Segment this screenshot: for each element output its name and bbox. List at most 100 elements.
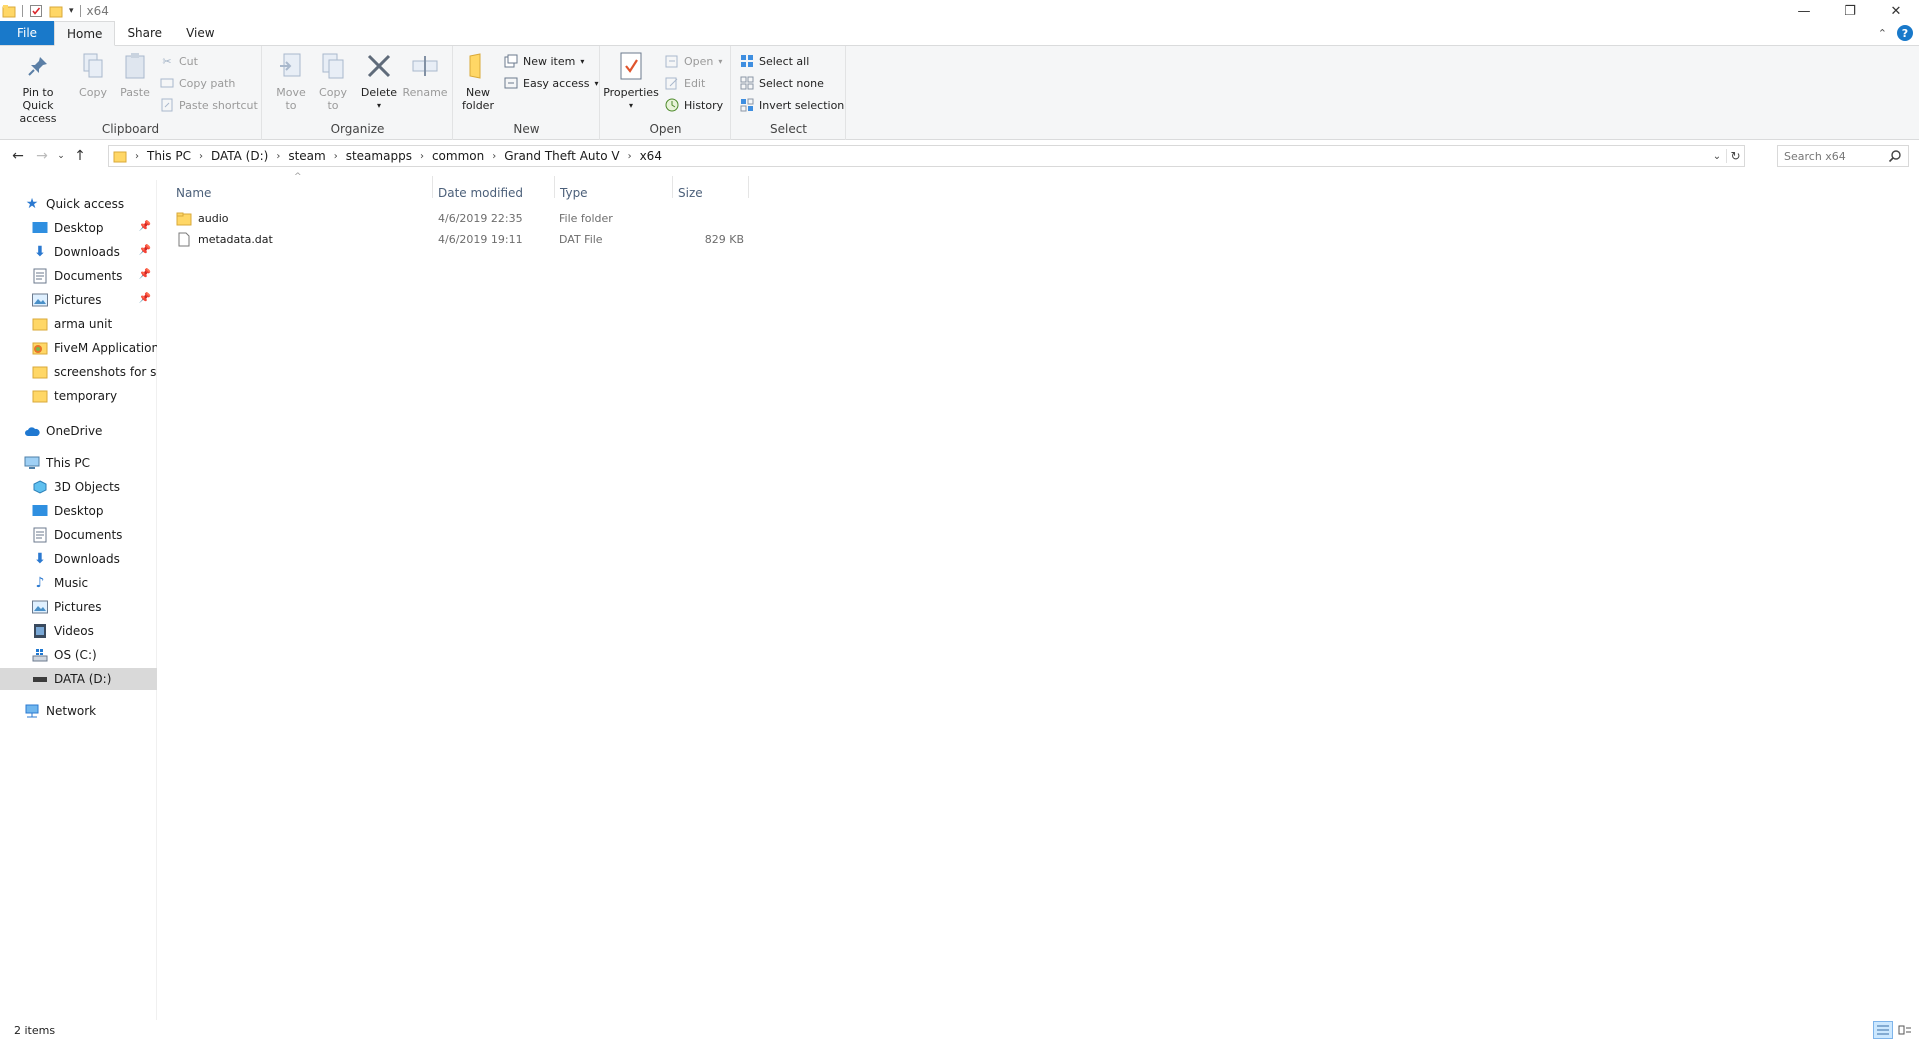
- window-title: x64: [86, 4, 109, 18]
- address-dropdown-icon[interactable]: ⌄: [1708, 151, 1726, 162]
- nav-qa-pictures[interactable]: Pictures 📌: [0, 289, 157, 311]
- nav-this-pc[interactable]: This PC: [0, 452, 157, 474]
- breadcrumb-this-pc[interactable]: This PC ›: [147, 149, 211, 163]
- move-to-label: Move to: [276, 86, 306, 112]
- file-row[interactable]: metadata.dat 4/6/2019 19:11 DAT File 829…: [158, 229, 758, 250]
- address-bar[interactable]: › This PC › DATA (D:) › steam › steamapps › …: [108, 145, 1745, 167]
- breadcrumb-data-d[interactable]: DATA (D:) ›: [211, 149, 288, 163]
- search-box[interactable]: [1777, 145, 1909, 167]
- open-button[interactable]: Open ▾: [665, 52, 722, 70]
- group-label-clipboard: Clipboard: [101, 122, 160, 136]
- properties-icon[interactable]: [29, 4, 43, 18]
- invert-selection-button[interactable]: Invert selection: [740, 96, 844, 114]
- nav-pc-data-d[interactable]: DATA (D:): [0, 668, 157, 690]
- refresh-icon[interactable]: ↻: [1726, 149, 1744, 163]
- edit-button[interactable]: Edit: [665, 74, 705, 92]
- large-icons-view-icon[interactable]: [1895, 1021, 1915, 1039]
- customize-qat-icon[interactable]: ▾: [69, 6, 74, 16]
- recent-locations-icon[interactable]: ⌄: [54, 144, 68, 168]
- new-folder-button[interactable]: New folder: [458, 50, 498, 112]
- nav-pc-os-c[interactable]: OS (C:): [0, 644, 157, 666]
- paste-shortcut-button[interactable]: Paste shortcut: [160, 96, 258, 114]
- forward-button[interactable]: →: [30, 144, 54, 168]
- tab-home[interactable]: Home: [54, 21, 116, 46]
- new-folder-icon[interactable]: [49, 4, 63, 18]
- column-header-type[interactable]: Type: [554, 181, 672, 205]
- delete-dropdown-icon[interactable]: ▾: [377, 99, 381, 112]
- copy-to-button[interactable]: Copy to: [313, 50, 353, 112]
- nav-pc-pictures[interactable]: Pictures: [0, 596, 157, 618]
- breadcrumb-steamapps[interactable]: steamapps ›: [346, 149, 432, 163]
- search-input[interactable]: [1784, 149, 1884, 163]
- column-header-size[interactable]: Size: [672, 181, 748, 205]
- nav-pc-videos[interactable]: Videos: [0, 620, 157, 642]
- history-label: History: [684, 98, 724, 112]
- new-item-dropdown-icon: ▾: [580, 56, 585, 66]
- maximize-button[interactable]: ❐: [1827, 0, 1873, 22]
- tab-share[interactable]: Share: [115, 21, 174, 45]
- copy-button[interactable]: Copy: [76, 50, 110, 99]
- minimize-button[interactable]: —: [1781, 0, 1827, 22]
- paste-shortcut-label: Paste shortcut: [179, 98, 258, 112]
- properties-dropdown-icon[interactable]: ▾: [629, 99, 633, 112]
- column-header-name[interactable]: Name: [158, 181, 432, 205]
- copy-path-button[interactable]: Copy path: [160, 74, 235, 92]
- navigation-pane: ★ Quick access Desktop 📌 ⬇ Downloads 📌 D…: [0, 180, 157, 1020]
- group-clipboard: Pin to Quick access Copy Paste ✂ Cut Cop…: [0, 46, 262, 140]
- properties-label: Properties: [603, 86, 659, 99]
- nav-onedrive[interactable]: OneDrive: [0, 420, 157, 442]
- pin-quick-access-button[interactable]: Pin to Quick access: [6, 50, 70, 125]
- breadcrumb-steam[interactable]: steam ›: [288, 149, 345, 163]
- properties-button[interactable]: Properties ▾: [603, 50, 659, 112]
- breadcrumb-common[interactable]: common ›: [432, 149, 504, 163]
- copy-path-icon: [160, 76, 174, 90]
- collapse-ribbon-icon[interactable]: ⌃: [1878, 27, 1887, 40]
- tab-view[interactable]: View: [174, 21, 226, 45]
- network-icon: [24, 703, 40, 719]
- view-switcher: [1873, 1021, 1915, 1039]
- pin-icon: 📌: [138, 293, 151, 304]
- file-row[interactable]: audio 4/6/2019 22:35 File folder: [158, 208, 758, 229]
- select-all-button[interactable]: Select all: [740, 52, 809, 70]
- folder-icon: [2, 5, 16, 18]
- nav-qa-arma-unit[interactable]: arma unit: [0, 313, 157, 335]
- file-name-cell: metadata.dat: [176, 229, 273, 250]
- cut-button[interactable]: ✂ Cut: [160, 52, 198, 70]
- nav-network[interactable]: Network: [0, 700, 157, 722]
- nav-quick-access[interactable]: ★ Quick access: [0, 193, 157, 215]
- select-none-button[interactable]: Select none: [740, 74, 824, 92]
- easy-access-label: Easy access: [523, 76, 590, 90]
- invert-selection-label: Invert selection: [759, 98, 845, 112]
- new-item-button[interactable]: New item ▾: [504, 52, 584, 70]
- nav-pc-music[interactable]: ♪ Music: [0, 572, 157, 594]
- nav-qa-downloads[interactable]: ⬇ Downloads 📌: [0, 241, 157, 263]
- details-view-icon[interactable]: [1873, 1021, 1893, 1039]
- delete-button[interactable]: Delete ▾: [359, 50, 399, 112]
- close-button[interactable]: ✕: [1873, 0, 1919, 22]
- breadcrumb-gta-v[interactable]: Grand Theft Auto V ›: [504, 149, 639, 163]
- history-button[interactable]: History: [665, 96, 723, 114]
- column-divider[interactable]: [748, 176, 749, 198]
- move-to-button[interactable]: Move to: [271, 50, 311, 112]
- breadcrumb-root-chevron[interactable]: ›: [127, 151, 147, 162]
- nav-qa-documents[interactable]: Documents 📌: [0, 265, 157, 287]
- nav-qa-desktop[interactable]: Desktop 📌: [0, 217, 157, 239]
- nav-pc-3d-objects[interactable]: 3D Objects: [0, 476, 157, 498]
- rename-button[interactable]: Rename: [402, 50, 448, 99]
- breadcrumb-x64[interactable]: x64: [640, 149, 662, 163]
- nav-qa-fivem[interactable]: FiveM Application Data: [0, 337, 157, 359]
- up-button[interactable]: ↑: [68, 144, 92, 168]
- help-icon[interactable]: ?: [1897, 25, 1913, 41]
- column-header-date[interactable]: Date modified: [432, 181, 554, 205]
- nav-qa-screenshots[interactable]: screenshots for support: [0, 361, 157, 383]
- nav-pc-downloads[interactable]: ⬇ Downloads: [0, 548, 157, 570]
- tab-file[interactable]: File: [0, 21, 54, 45]
- nav-qa-temporary[interactable]: temporary: [0, 385, 157, 407]
- file-date: 4/6/2019 19:11: [438, 233, 523, 246]
- paste-button[interactable]: Paste: [118, 50, 152, 99]
- back-button[interactable]: ←: [6, 144, 30, 168]
- nav-pc-desktop[interactable]: Desktop: [0, 500, 157, 522]
- delete-icon: [363, 50, 395, 82]
- nav-pc-documents[interactable]: Documents: [0, 524, 157, 546]
- easy-access-button[interactable]: Easy access ▾: [504, 74, 599, 92]
